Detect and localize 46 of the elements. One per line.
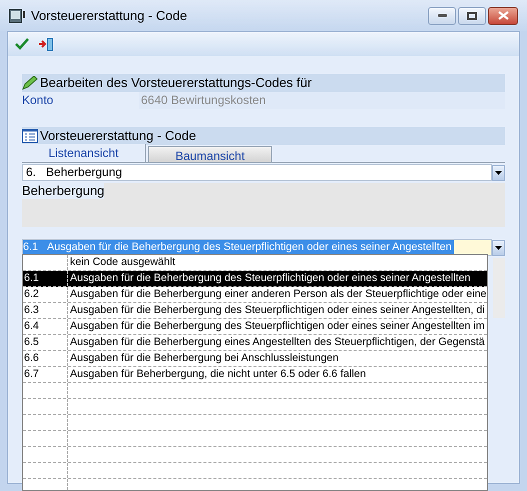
- code-cell: 6.7: [23, 367, 68, 382]
- caret-icon: [495, 246, 502, 250]
- exit-door-icon[interactable]: [39, 36, 55, 52]
- confirm-icon[interactable]: [15, 38, 29, 50]
- code-cell: 6.6: [23, 351, 68, 366]
- description-cell-text: kein Code ausgewählt: [69, 255, 176, 270]
- description-cell-text: Ausgaben für die Beherbergung des Steuerpflichtigen oder eines seiner Angestellten im: [69, 319, 486, 334]
- list-item[interactable]: 6.6 Ausgaben für die Beherbergung bei Anschlussleistungen: [23, 351, 487, 367]
- konto-value: 6640 Bewirtungskosten: [140, 92, 266, 109]
- description-cell-text: Ausgaben für Beherbergung, die nicht unter 6.5 oder 6.6 fallen: [69, 367, 367, 382]
- description-text: Beherbergung: [22, 183, 104, 199]
- code-cell: 6.3: [23, 303, 68, 318]
- list-item[interactable]: 6.5 Ausgaben für die Beherbergung eines Angestellten des Steuerpflichtigen, der Gegenstä: [23, 335, 487, 351]
- tab[interactable]: Listenansicht: [22, 144, 146, 162]
- close-button[interactable]: [488, 6, 518, 24]
- description-cell-text: Ausgaben für die Beherbergung einer anderen Person als der Steuerpflichtige oder eine: [69, 287, 487, 302]
- description-cell-text: Ausgaben für die Beherbergung bei Anschlussleistungen: [69, 351, 340, 366]
- section-title: Vorsteuererstattung - Code: [40, 127, 196, 146]
- dropdown-button[interactable]: [492, 164, 505, 180]
- selected-text: 6.1 Ausgaben für die Beherbergung des Steuerpflichtigen oder eines seiner Angestellten: [23, 240, 454, 255]
- close-icon: [498, 11, 508, 20]
- list-item[interactable]: kein Code ausgewählt: [23, 255, 487, 271]
- list-item[interactable]: 6.7 Ausgaben für Beherbergung, die nicht unter 6.5 oder 6.6 fallen: [23, 367, 487, 383]
- code-cell: 6.2: [23, 287, 68, 302]
- description-cell-text: Ausgaben für die Beherbergung eines Angestellten des Steuerpflichtigen, der Gegenstä: [69, 335, 486, 350]
- list-item[interactable]: 6.4 Ausgaben für die Beherbergung des Steuerpflichtigen oder eines seiner Angestellten im: [23, 319, 487, 335]
- description-cell-text: Ausgaben für die Beherbergung des Steuerpflichtigen oder eines seiner Angestellten, di: [69, 303, 486, 318]
- list-item[interactable]: 6.3 Ausgaben für die Beherbergung des Steuerpflichtigen oder eines seiner Angestellten, di: [23, 303, 487, 319]
- list-item[interactable]: 6.2 Ausgaben für die Beherbergung einer anderen Person als der Steuerpflichtige oder eine: [23, 287, 487, 303]
- caret-icon: [495, 170, 502, 174]
- dropdown-button[interactable]: [492, 240, 505, 256]
- window-icon: [9, 8, 25, 22]
- code-cell: 6.4: [23, 319, 68, 334]
- code-cell: 6.5: [23, 335, 68, 350]
- list-icon: [22, 129, 38, 143]
- tab[interactable]: Baumansicht: [148, 146, 272, 162]
- maximize-button[interactable]: [458, 6, 486, 24]
- konto-label: Konto: [22, 92, 139, 109]
- category-combo[interactable]: 6. Beherbergung: [22, 164, 492, 181]
- window-title: Vorsteuererstattung - Code: [31, 6, 188, 25]
- description-cell-text: Ausgaben für die Beherbergung des Steuerpflichtigen oder eines seiner Angestellten: [69, 271, 472, 286]
- pencil-icon: [22, 76, 38, 90]
- list-item[interactable]: 6.1 Ausgaben für die Beherbergung des Steuerpflichtigen oder eines seiner Angestellten: [23, 271, 487, 287]
- code-cell: 6.1: [23, 271, 68, 286]
- section-title: Bearbeiten des Vorsteuererstattungs-Codes für: [40, 74, 312, 92]
- minimize-button[interactable]: [428, 6, 456, 24]
